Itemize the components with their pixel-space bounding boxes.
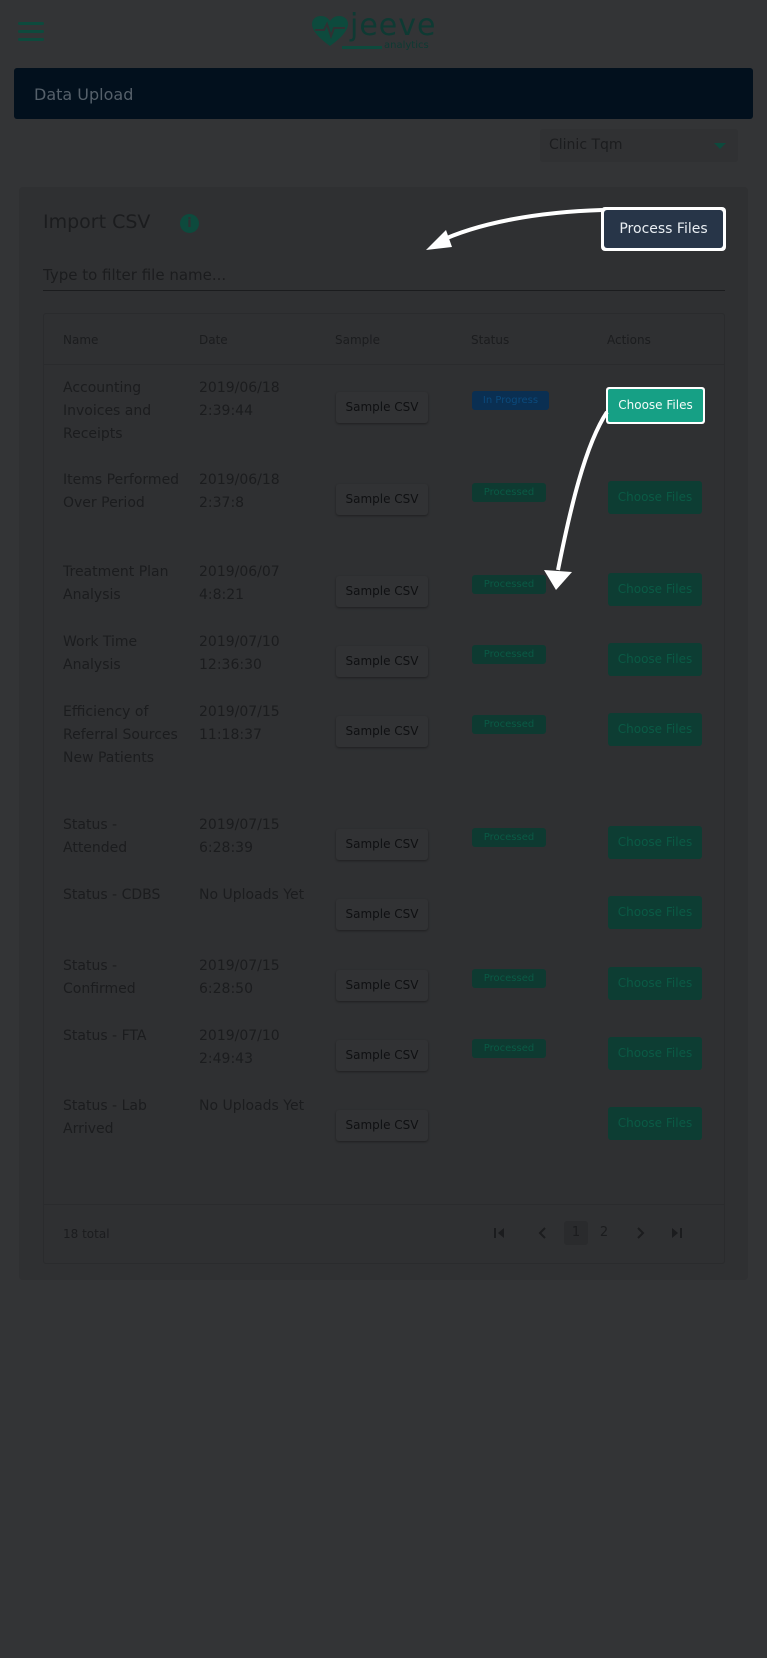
sample-csv-button[interactable]: Sample CSV [336,646,428,677]
choose-files-button[interactable]: Choose Files [608,1037,702,1070]
table-row: Status - Attended 2019/07/15 6:28:39 Sam… [44,814,724,884]
choose-files-button[interactable]: Choose Files [608,643,702,676]
column-header-status: Status [471,333,510,347]
file-name: Work Time Analysis [63,634,138,673]
upload-date: 2019/07/15 6:28:39 [199,817,280,856]
choose-files-button[interactable]: Choose Files [606,387,705,424]
file-name: Status - CDBS [63,887,161,903]
status-badge: Processed [472,715,546,734]
choose-files-button[interactable]: Choose Files [608,826,702,859]
status-badge: Processed [472,828,546,847]
status-badge: Processed [472,969,546,988]
choose-files-button[interactable]: Choose Files [608,967,702,1000]
file-name: Efficiency of Referral Sources New Patie… [63,704,178,766]
sample-csv-button[interactable]: Sample CSV [336,899,428,930]
file-name: Status - Attended [63,817,128,856]
choose-files-button[interactable]: Choose Files [608,896,702,929]
table-row: Efficiency of Referral Sources New Patie… [44,701,724,814]
heart-pulse-icon [312,16,348,46]
chevron-right-icon[interactable] [631,1221,649,1245]
upload-date: No Uploads Yet [199,887,305,903]
table-row: Treatment Plan Analysis 2019/06/07 4:8:2… [44,561,724,631]
import-csv-card: Import CSV i Process Files Name Date Sam… [19,187,748,1280]
sample-csv-button[interactable]: Sample CSV [336,1040,428,1071]
column-header-name: Name [63,333,99,347]
files-table: Name Date Sample Status Actions Accounti… [43,313,725,1264]
upload-date: 2019/06/18 2:37:8 [199,472,280,511]
file-name: Status - Confirmed [63,958,136,997]
choose-files-label: Choose Files [608,389,703,422]
status-badge: Processed [472,483,546,502]
upload-date: 2019/07/10 12:36:30 [199,634,280,673]
table-row: Status - Lab Arrived No Uploads Yet Samp… [44,1095,724,1165]
first-page-icon[interactable] [490,1221,508,1245]
sample-csv-button[interactable]: Sample CSV [336,1110,428,1141]
column-header-sample: Sample [335,333,380,347]
page-2-button[interactable]: 2 [592,1221,616,1245]
filter-input[interactable] [43,259,725,291]
process-files-label: Process Files [604,210,723,248]
menu-icon[interactable] [18,22,44,42]
card-title: Import CSV [43,211,151,233]
table-row: Status - CDBS No Uploads Yet Sample CSV … [44,884,724,954]
upload-date: 2019/07/15 11:18:37 [199,704,280,743]
table-row: Work Time Analysis 2019/07/10 12:36:30 S… [44,631,724,701]
chevron-left-icon[interactable] [534,1221,552,1245]
status-badge: Processed [472,1039,546,1058]
status-badge: Processed [472,645,546,664]
clinic-select-value: Clinic Tqm [549,137,623,153]
sample-csv-button[interactable]: Sample CSV [336,484,428,515]
file-name: Accounting Invoices and Receipts [63,380,152,442]
logo: jeeve analytics [312,8,442,56]
file-name: Status - Lab Arrived [63,1098,147,1137]
table-row: Status - Confirmed 2019/07/15 6:28:50 Sa… [44,955,724,1025]
upload-date: No Uploads Yet [199,1098,305,1114]
file-name: Treatment Plan Analysis [63,564,169,603]
total-count: 18 total [63,1227,110,1241]
file-name: Status - FTA [63,1028,147,1044]
page-1-button[interactable]: 1 [564,1221,588,1245]
clinic-select[interactable]: Clinic Tqm [540,129,738,162]
sample-csv-button[interactable]: Sample CSV [336,829,428,860]
choose-files-button[interactable]: Choose Files [608,713,702,746]
choose-files-button[interactable]: Choose Files [608,481,702,514]
last-page-icon[interactable] [668,1221,686,1245]
choose-files-button[interactable]: Choose Files [608,1107,702,1140]
column-header-date: Date [199,333,228,347]
brand-tagline: analytics [384,40,429,51]
sample-csv-button[interactable]: Sample CSV [336,716,428,747]
process-files-button[interactable]: Process Files [601,207,726,251]
table-header: Name Date Sample Status Actions [44,314,724,365]
sample-csv-button[interactable]: Sample CSV [336,392,428,423]
file-name: Items Performed Over Period [63,472,180,511]
table-row: Items Performed Over Period 2019/06/18 2… [44,469,724,561]
upload-date: 2019/07/15 6:28:50 [199,958,280,997]
info-icon[interactable]: i [180,214,199,233]
upload-date: 2019/06/18 2:39:44 [199,380,280,419]
top-bar: jeeve analytics [0,0,767,64]
status-badge: In Progress [472,391,549,410]
table-row: Accounting Invoices and Receipts 2019/06… [44,377,724,469]
column-header-actions: Actions [607,333,651,347]
sample-csv-button[interactable]: Sample CSV [336,970,428,1001]
page-title-bar: Data Upload [14,68,753,119]
choose-files-button[interactable]: Choose Files [608,573,702,606]
dropdown-caret-icon [714,143,726,149]
sample-csv-button[interactable]: Sample CSV [336,576,428,607]
table-footer: 18 total 1 2 [44,1204,724,1264]
page-title: Data Upload [34,85,134,104]
upload-date: 2019/07/10 2:49:43 [199,1028,280,1067]
table-row: Status - FTA 2019/07/10 2:49:43 Sample C… [44,1025,724,1095]
status-badge: Processed [472,575,546,594]
upload-date: 2019/06/07 4:8:21 [199,564,280,603]
brand-name: jeeve [350,8,437,43]
